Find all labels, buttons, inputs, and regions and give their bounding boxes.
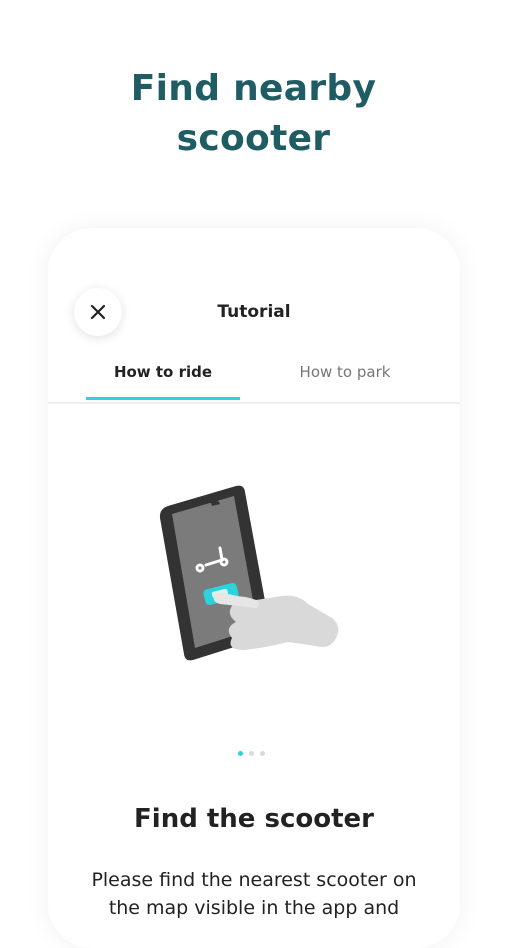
tab-how-to-ride[interactable]: How to ride bbox=[86, 354, 240, 402]
modal-title: Tutorial bbox=[217, 302, 291, 322]
active-tab-indicator bbox=[86, 397, 240, 400]
headline: Find nearby scooter bbox=[0, 64, 507, 164]
pagination-dot[interactable] bbox=[249, 751, 254, 756]
pagination-dot[interactable] bbox=[260, 751, 265, 756]
headline-line-1: Find nearby bbox=[130, 68, 377, 109]
tutorial-card: Tutorial How to ride How to park Find th… bbox=[48, 228, 460, 948]
step-title: Find the scooter bbox=[134, 804, 374, 834]
tab-how-to-park[interactable]: How to park bbox=[268, 354, 422, 402]
headline-line-2: scooter bbox=[176, 118, 331, 159]
pagination-dots bbox=[238, 751, 265, 756]
phone-scooter-illustration bbox=[159, 485, 339, 661]
step-description: Please find the nearest scooter on the m… bbox=[91, 869, 417, 919]
pagination-dot-active[interactable] bbox=[238, 751, 243, 756]
